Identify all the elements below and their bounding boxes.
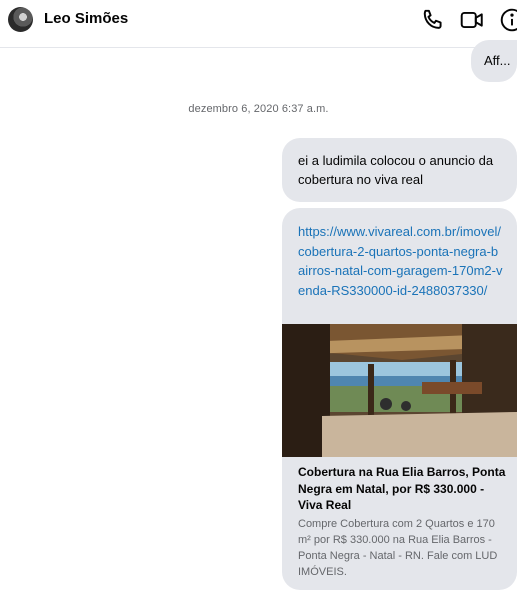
- message-text: Aff...: [484, 53, 511, 68]
- video-camera-icon[interactable]: [459, 7, 485, 33]
- message-timestamp: dezembro 6, 2020 6:37 a.m.: [188, 103, 329, 115]
- link-preview-image[interactable]: [282, 324, 517, 457]
- contact-name[interactable]: Leo Simões: [44, 10, 128, 27]
- message-bubble[interactable]: ei a ludimila colocou o anuncio da cober…: [282, 138, 517, 202]
- link-message-bubble[interactable]: https://www.vivareal.com.br/imovel/cober…: [282, 208, 517, 590]
- avatar[interactable]: [8, 7, 33, 32]
- message-link[interactable]: https://www.vivareal.com.br/imovel/cober…: [298, 222, 504, 300]
- link-preview-description: Compre Cobertura com 2 Quartos e 170 m² …: [298, 518, 498, 578]
- phone-icon[interactable]: [420, 7, 446, 33]
- conversation-header: Leo Simões: [0, 0, 517, 48]
- message-bubble[interactable]: Aff...: [471, 40, 517, 82]
- info-icon[interactable]: [499, 7, 517, 33]
- message-text: ei a ludimila colocou o anuncio da cober…: [298, 153, 494, 187]
- link-preview-title[interactable]: Cobertura na Rua Elia Barros, Ponta Negr…: [298, 464, 510, 514]
